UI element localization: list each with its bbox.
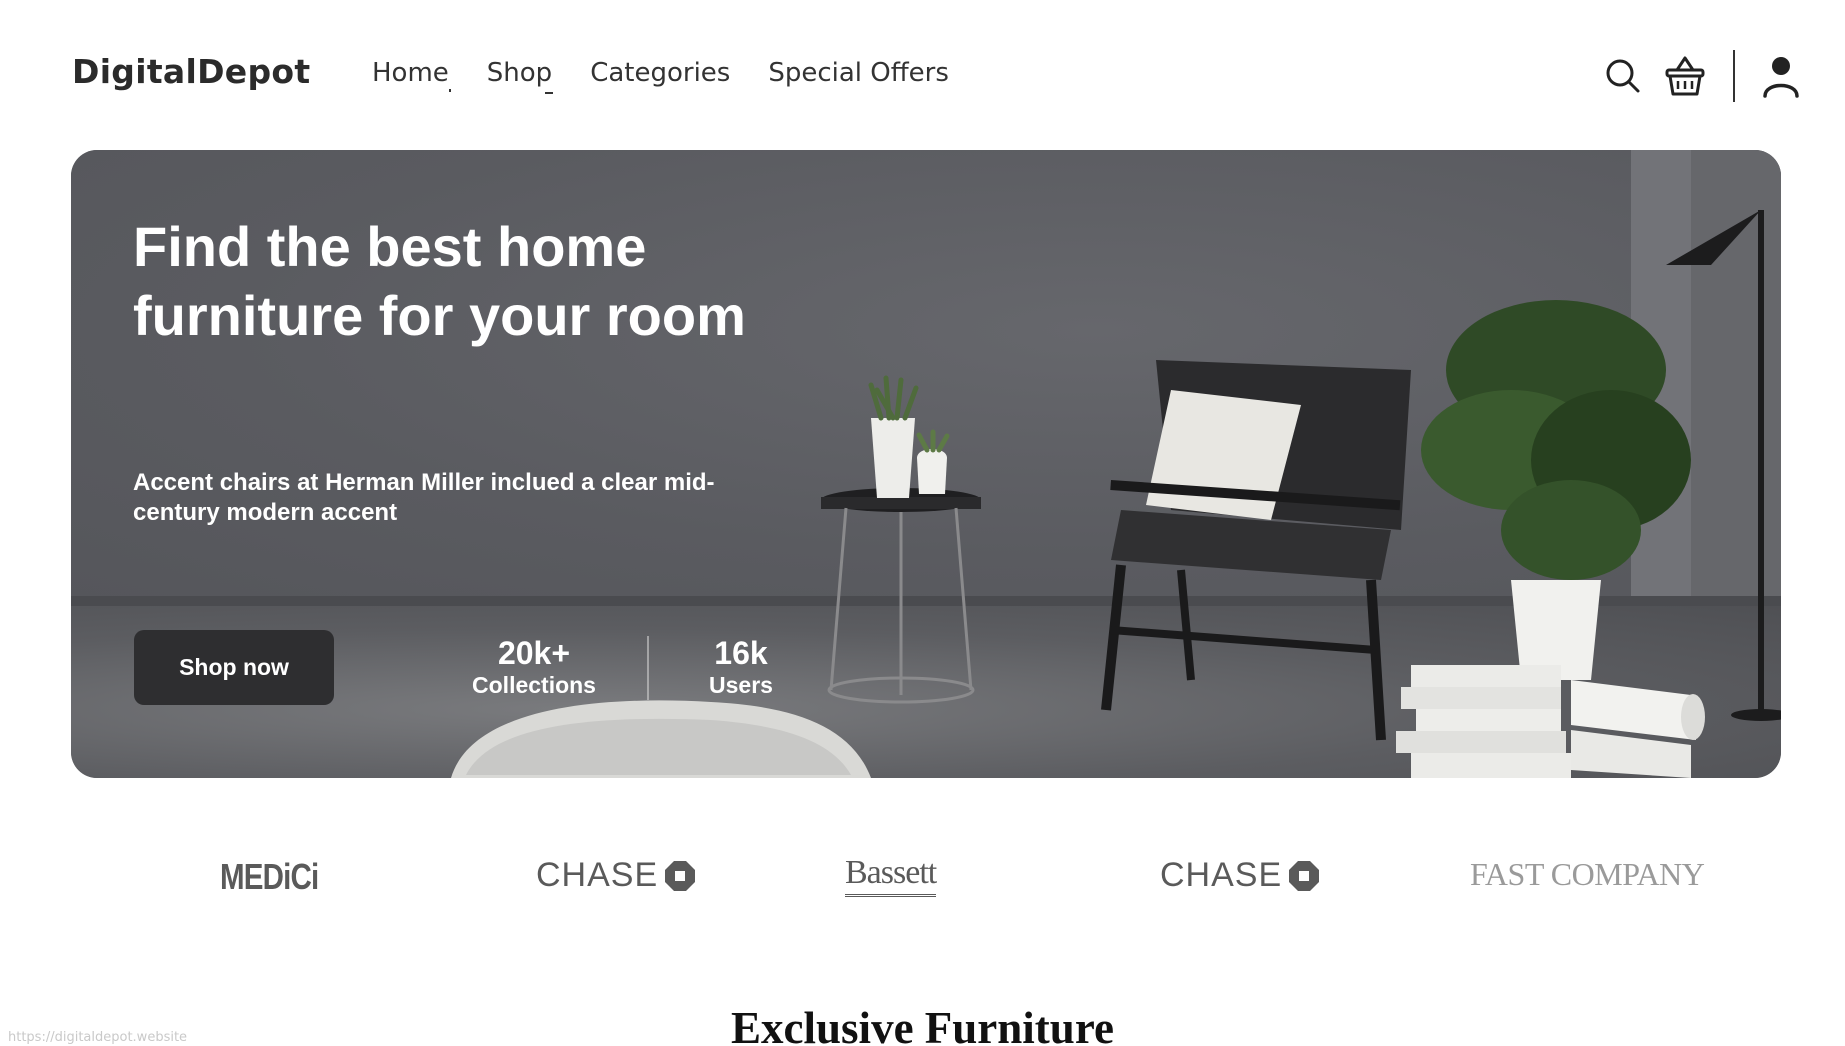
brand-logo-medici: MEDiCi [220,856,319,897]
stat-label: Collections [472,672,596,698]
brand-logo-chase: CHASE [536,856,696,895]
brand-logo-fast-company: FAST COMPANY [1470,856,1705,892]
stat-divider [647,636,649,700]
header-actions [1599,50,1805,102]
nav-special-offers[interactable]: Special Offers [768,58,949,88]
site-header: DigitalDepot Home Shop Categories Specia… [0,0,1845,140]
chase-octagon-icon [665,860,696,891]
nav-shop[interactable]: Shop [487,58,554,94]
status-bar-url: https://digitaldepot.website [8,1030,188,1045]
search-icon[interactable] [1599,52,1647,100]
stat-users: 16k Users [681,636,801,700]
stat-value: 16k [714,635,768,671]
stat-collections: 20k+ Collections [449,636,619,700]
hero-banner: Find the best home furniture for your ro… [71,150,1781,778]
brand-name: CHASE [1160,856,1283,894]
stat-value: 20k+ [497,635,571,671]
nav-categories[interactable]: Categories [590,58,730,88]
site-logo[interactable]: DigitalDepot [72,52,310,91]
brand-logos: MEDiCi CHASE Bassett CHASE FAST COMPANY [0,850,1845,910]
nav-home[interactable]: Home [372,58,451,92]
hero-subtitle: Accent chairs at Herman Miller inclued a… [133,469,715,526]
user-icon[interactable] [1757,52,1805,100]
brand-logo-bassett: Bassett [845,854,937,897]
hero-title: Find the best home furniture for your ro… [133,215,746,347]
basket-icon[interactable] [1661,52,1709,100]
brand-name: CHASE [536,856,659,894]
header-divider [1733,50,1735,102]
stat-label: Users [709,672,773,698]
brand-logo-chase: CHASE [1160,856,1320,895]
shop-now-button[interactable]: Shop now [134,630,334,705]
section-title: Exclusive Furniture [731,1003,1114,1046]
chase-octagon-icon [1289,860,1320,891]
main-nav: Home Shop Categories Special Offers [372,58,987,94]
